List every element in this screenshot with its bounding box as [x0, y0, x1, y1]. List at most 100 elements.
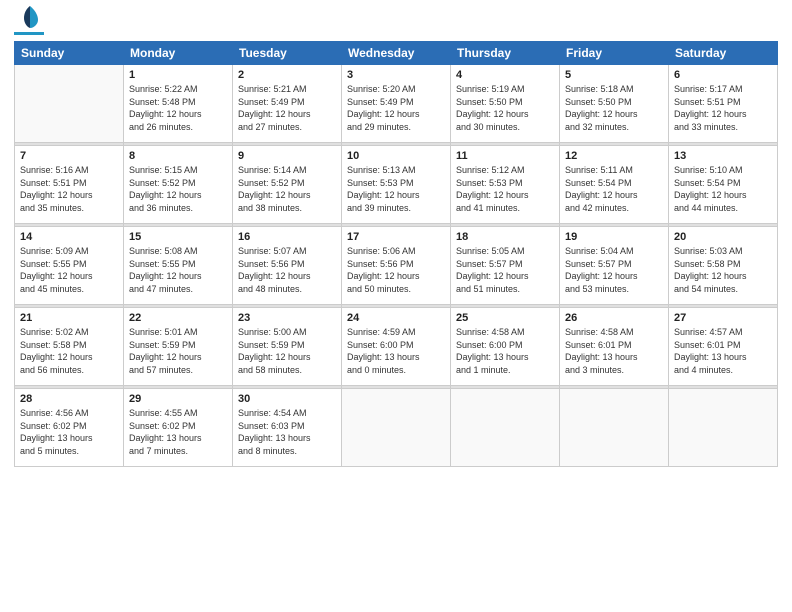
day-info: Sunrise: 5:19 AM Sunset: 5:50 PM Dayligh… — [456, 83, 554, 133]
day-number: 4 — [456, 69, 554, 81]
day-number: 12 — [565, 150, 663, 162]
day-number: 28 — [20, 393, 118, 405]
calendar-cell: 9 Sunrise: 5:14 AM Sunset: 5:52 PM Daylig… — [233, 146, 342, 224]
day-info: Sunrise: 5:14 AM Sunset: 5:52 PM Dayligh… — [238, 164, 336, 214]
day-info: Sunrise: 4:56 AM Sunset: 6:02 PM Dayligh… — [20, 407, 118, 457]
day-info: Sunrise: 5:07 AM Sunset: 5:56 PM Dayligh… — [238, 245, 336, 295]
day-number: 30 — [238, 393, 336, 405]
calendar-header-tuesday: Tuesday — [233, 42, 342, 65]
calendar-header-wednesday: Wednesday — [342, 42, 451, 65]
day-info: Sunrise: 5:03 AM Sunset: 5:58 PM Dayligh… — [674, 245, 772, 295]
calendar-header-saturday: Saturday — [669, 42, 778, 65]
calendar-header-row: SundayMondayTuesdayWednesdayThursdayFrid… — [15, 42, 778, 65]
calendar-cell: 30 Sunrise: 4:54 AM Sunset: 6:03 PM Dayli… — [233, 389, 342, 467]
calendar-header-sunday: Sunday — [15, 42, 124, 65]
calendar-cell: 3 Sunrise: 5:20 AM Sunset: 5:49 PM Daylig… — [342, 65, 451, 143]
calendar-cell: 8 Sunrise: 5:15 AM Sunset: 5:52 PM Daylig… — [124, 146, 233, 224]
day-info: Sunrise: 4:58 AM Sunset: 6:00 PM Dayligh… — [456, 326, 554, 376]
calendar-week-3: 14Sunrise: 5:09 AM Sunset: 5:55 PM Dayli… — [15, 227, 778, 305]
calendar-cell: 12Sunrise: 5:11 AM Sunset: 5:54 PM Dayli… — [560, 146, 669, 224]
day-info: Sunrise: 5:01 AM Sunset: 5:59 PM Dayligh… — [129, 326, 227, 376]
day-info: Sunrise: 5:15 AM Sunset: 5:52 PM Dayligh… — [129, 164, 227, 214]
logo — [14, 10, 44, 35]
calendar-cell — [451, 389, 560, 467]
day-info: Sunrise: 4:55 AM Sunset: 6:02 PM Dayligh… — [129, 407, 227, 457]
calendar-table: SundayMondayTuesdayWednesdayThursdayFrid… — [14, 41, 778, 467]
day-number: 13 — [674, 150, 772, 162]
calendar-cell: 6Sunrise: 5:17 AM Sunset: 5:51 PM Daylig… — [669, 65, 778, 143]
day-info: Sunrise: 5:10 AM Sunset: 5:54 PM Dayligh… — [674, 164, 772, 214]
day-info: Sunrise: 5:18 AM Sunset: 5:50 PM Dayligh… — [565, 83, 663, 133]
calendar-cell: 20Sunrise: 5:03 AM Sunset: 5:58 PM Dayli… — [669, 227, 778, 305]
day-info: Sunrise: 5:16 AM Sunset: 5:51 PM Dayligh… — [20, 164, 118, 214]
day-info: Sunrise: 5:17 AM Sunset: 5:51 PM Dayligh… — [674, 83, 772, 133]
day-info: Sunrise: 5:06 AM Sunset: 5:56 PM Dayligh… — [347, 245, 445, 295]
day-info: Sunrise: 5:13 AM Sunset: 5:53 PM Dayligh… — [347, 164, 445, 214]
day-info: Sunrise: 5:09 AM Sunset: 5:55 PM Dayligh… — [20, 245, 118, 295]
day-info: Sunrise: 5:00 AM Sunset: 5:59 PM Dayligh… — [238, 326, 336, 376]
calendar-cell — [669, 389, 778, 467]
calendar-cell: 4 Sunrise: 5:19 AM Sunset: 5:50 PM Daylig… — [451, 65, 560, 143]
day-info: Sunrise: 5:04 AM Sunset: 5:57 PM Dayligh… — [565, 245, 663, 295]
day-number: 25 — [456, 312, 554, 324]
day-number: 22 — [129, 312, 227, 324]
day-info: Sunrise: 4:57 AM Sunset: 6:01 PM Dayligh… — [674, 326, 772, 376]
calendar-cell: 27 Sunrise: 4:57 AM Sunset: 6:01 PM Dayli… — [669, 308, 778, 386]
day-info: Sunrise: 5:20 AM Sunset: 5:49 PM Dayligh… — [347, 83, 445, 133]
calendar-cell: 26 Sunrise: 4:58 AM Sunset: 6:01 PM Dayli… — [560, 308, 669, 386]
calendar-cell: 18 Sunrise: 5:05 AM Sunset: 5:57 PM Dayli… — [451, 227, 560, 305]
day-number: 18 — [456, 231, 554, 243]
calendar-cell: 25 Sunrise: 4:58 AM Sunset: 6:00 PM Dayli… — [451, 308, 560, 386]
calendar-cell: 22 Sunrise: 5:01 AM Sunset: 5:59 PM Dayli… — [124, 308, 233, 386]
logo-icon — [16, 2, 44, 30]
calendar-header-monday: Monday — [124, 42, 233, 65]
calendar-header-thursday: Thursday — [451, 42, 560, 65]
day-number: 21 — [20, 312, 118, 324]
day-info: Sunrise: 4:54 AM Sunset: 6:03 PM Dayligh… — [238, 407, 336, 457]
day-number: 10 — [347, 150, 445, 162]
calendar-cell: 16 Sunrise: 5:07 AM Sunset: 5:56 PM Dayli… — [233, 227, 342, 305]
day-number: 8 — [129, 150, 227, 162]
day-number: 29 — [129, 393, 227, 405]
calendar-cell: 7 Sunrise: 5:16 AM Sunset: 5:51 PM Daylig… — [15, 146, 124, 224]
calendar-week-5: 28 Sunrise: 4:56 AM Sunset: 6:02 PM Dayli… — [15, 389, 778, 467]
calendar-cell — [560, 389, 669, 467]
calendar-cell: 14Sunrise: 5:09 AM Sunset: 5:55 PM Dayli… — [15, 227, 124, 305]
calendar-cell: 17 Sunrise: 5:06 AM Sunset: 5:56 PM Dayli… — [342, 227, 451, 305]
calendar-cell: 28 Sunrise: 4:56 AM Sunset: 6:02 PM Dayli… — [15, 389, 124, 467]
day-number: 27 — [674, 312, 772, 324]
calendar-cell: 29 Sunrise: 4:55 AM Sunset: 6:02 PM Dayli… — [124, 389, 233, 467]
day-number: 1 — [129, 69, 227, 81]
day-number: 16 — [238, 231, 336, 243]
calendar-cell: 23 Sunrise: 5:00 AM Sunset: 5:59 PM Dayli… — [233, 308, 342, 386]
day-info: Sunrise: 5:08 AM Sunset: 5:55 PM Dayligh… — [129, 245, 227, 295]
header — [14, 10, 778, 35]
day-info: Sunrise: 5:05 AM Sunset: 5:57 PM Dayligh… — [456, 245, 554, 295]
day-info: Sunrise: 4:58 AM Sunset: 6:01 PM Dayligh… — [565, 326, 663, 376]
day-number: 7 — [20, 150, 118, 162]
day-number: 11 — [456, 150, 554, 162]
calendar-cell: 10 Sunrise: 5:13 AM Sunset: 5:53 PM Dayli… — [342, 146, 451, 224]
calendar-cell: 13 Sunrise: 5:10 AM Sunset: 5:54 PM Dayli… — [669, 146, 778, 224]
day-number: 9 — [238, 150, 336, 162]
calendar-cell: 19 Sunrise: 5:04 AM Sunset: 5:57 PM Dayli… — [560, 227, 669, 305]
day-number: 17 — [347, 231, 445, 243]
calendar-cell: 11 Sunrise: 5:12 AM Sunset: 5:53 PM Dayli… — [451, 146, 560, 224]
calendar-cell: 1 Sunrise: 5:22 AM Sunset: 5:48 PM Daylig… — [124, 65, 233, 143]
day-info: Sunrise: 5:12 AM Sunset: 5:53 PM Dayligh… — [456, 164, 554, 214]
day-info: Sunrise: 5:02 AM Sunset: 5:58 PM Dayligh… — [20, 326, 118, 376]
day-info: Sunrise: 5:21 AM Sunset: 5:49 PM Dayligh… — [238, 83, 336, 133]
day-number: 23 — [238, 312, 336, 324]
calendar-header-friday: Friday — [560, 42, 669, 65]
calendar-week-1: 1 Sunrise: 5:22 AM Sunset: 5:48 PM Daylig… — [15, 65, 778, 143]
day-info: Sunrise: 5:22 AM Sunset: 5:48 PM Dayligh… — [129, 83, 227, 133]
calendar-cell: 21 Sunrise: 5:02 AM Sunset: 5:58 PM Dayli… — [15, 308, 124, 386]
day-number: 26 — [565, 312, 663, 324]
logo-underline — [14, 32, 44, 35]
day-number: 19 — [565, 231, 663, 243]
calendar-week-4: 21 Sunrise: 5:02 AM Sunset: 5:58 PM Dayli… — [15, 308, 778, 386]
day-number: 3 — [347, 69, 445, 81]
day-number: 5 — [565, 69, 663, 81]
calendar-cell: 5 Sunrise: 5:18 AM Sunset: 5:50 PM Daylig… — [560, 65, 669, 143]
calendar-cell — [15, 65, 124, 143]
